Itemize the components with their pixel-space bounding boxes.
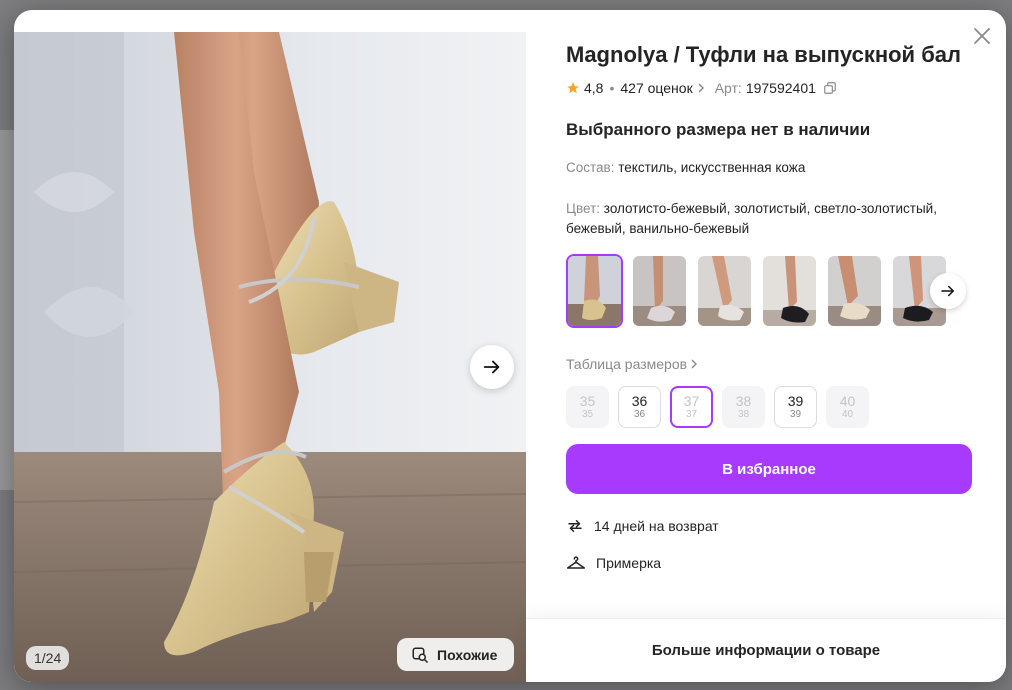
color-label: Цвет: <box>566 201 601 216</box>
reviews-link[interactable]: 427 оценок <box>620 80 692 96</box>
arrow-right-icon <box>483 360 500 374</box>
rating-value: 4,8 <box>584 80 604 96</box>
size-ru: 38 <box>737 409 750 420</box>
article-label: Арт: <box>714 80 742 96</box>
image-search-icon <box>412 647 428 663</box>
next-image-button[interactable] <box>470 345 514 389</box>
size-option[interactable]: 36 36 <box>618 386 661 428</box>
product-photo <box>14 32 526 682</box>
variant-thumbnail[interactable] <box>566 254 623 328</box>
product-title[interactable]: Magnolya / Туфли на выпускной бал <box>566 42 966 68</box>
size-number: 38 <box>735 393 752 409</box>
arrow-right-icon <box>941 285 954 297</box>
separator-dot: • <box>609 80 615 96</box>
size-number: 37 <box>683 393 700 409</box>
similar-label: Похожие <box>437 646 498 663</box>
color-variant-thumbnails <box>566 254 948 328</box>
close-button[interactable] <box>970 24 994 48</box>
composition-spec: Состав: текстиль, искусственная кожа <box>566 158 966 178</box>
rating-row: 4,8 • 427 оценок Арт: 197592401 <box>566 80 837 96</box>
variant-thumbnail[interactable] <box>696 254 753 328</box>
variant-thumbnail[interactable] <box>631 254 688 328</box>
image-counter: 1/24 <box>26 646 70 670</box>
size-table-label: Таблица размеров <box>566 356 688 372</box>
chevron-right-icon <box>698 83 704 93</box>
product-gallery[interactable]: 1/24 Похожие <box>14 32 526 682</box>
composition-value: текстиль, искусственная кожа <box>618 160 806 175</box>
size-ru: 40 <box>841 409 854 420</box>
size-selector: 35 35 36 36 37 37 38 38 39 39 40 40 <box>566 386 869 428</box>
size-option-selected[interactable]: 37 37 <box>670 386 713 428</box>
size-number: 40 <box>839 393 856 409</box>
star-icon <box>567 82 579 94</box>
size-number: 35 <box>579 393 596 409</box>
close-icon <box>974 28 990 44</box>
article-number: 197592401 <box>745 80 816 96</box>
hanger-icon <box>566 556 586 569</box>
size-option[interactable]: 40 40 <box>826 386 869 428</box>
chevron-right-icon <box>691 359 698 369</box>
color-value: золотисто-бежевый, золотистый, светло-зо… <box>566 201 937 236</box>
product-quick-view-modal: 1/24 Похожие Magnolya / Туфли на выпускн… <box>14 10 1006 682</box>
size-option[interactable]: 39 39 <box>774 386 817 428</box>
returns-label: 14 дней на возврат <box>594 518 719 534</box>
size-table-link[interactable]: Таблица размеров <box>566 356 698 372</box>
size-number: 36 <box>631 393 648 409</box>
variant-thumbnail[interactable] <box>826 254 883 328</box>
background-card <box>0 130 14 490</box>
composition-label: Состав: <box>566 160 615 175</box>
color-spec: Цвет: золотисто-бежевый, золотистый, све… <box>566 199 966 239</box>
similar-button[interactable]: Похожие <box>397 638 514 671</box>
size-number: 39 <box>787 393 804 409</box>
size-ru: 36 <box>633 409 646 420</box>
returns-info: 14 дней на возврат <box>566 517 719 535</box>
add-to-favorites-button[interactable]: В избранное <box>566 444 972 494</box>
size-ru: 39 <box>789 409 802 420</box>
size-ru: 37 <box>685 409 698 420</box>
copy-icon[interactable] <box>823 81 837 95</box>
size-option[interactable]: 38 38 <box>722 386 765 428</box>
thumbnails-next-button[interactable] <box>930 273 966 309</box>
fitting-info: Примерка <box>566 554 661 572</box>
size-option[interactable]: 35 35 <box>566 386 609 428</box>
size-ru: 35 <box>581 409 594 420</box>
return-arrows-icon <box>568 520 582 532</box>
fitting-label: Примерка <box>596 555 662 571</box>
stock-status: Выбранного размера нет в наличии <box>566 120 871 139</box>
more-product-info-button[interactable]: Больше информации о товаре <box>526 618 1006 682</box>
variant-thumbnail[interactable] <box>761 254 818 328</box>
